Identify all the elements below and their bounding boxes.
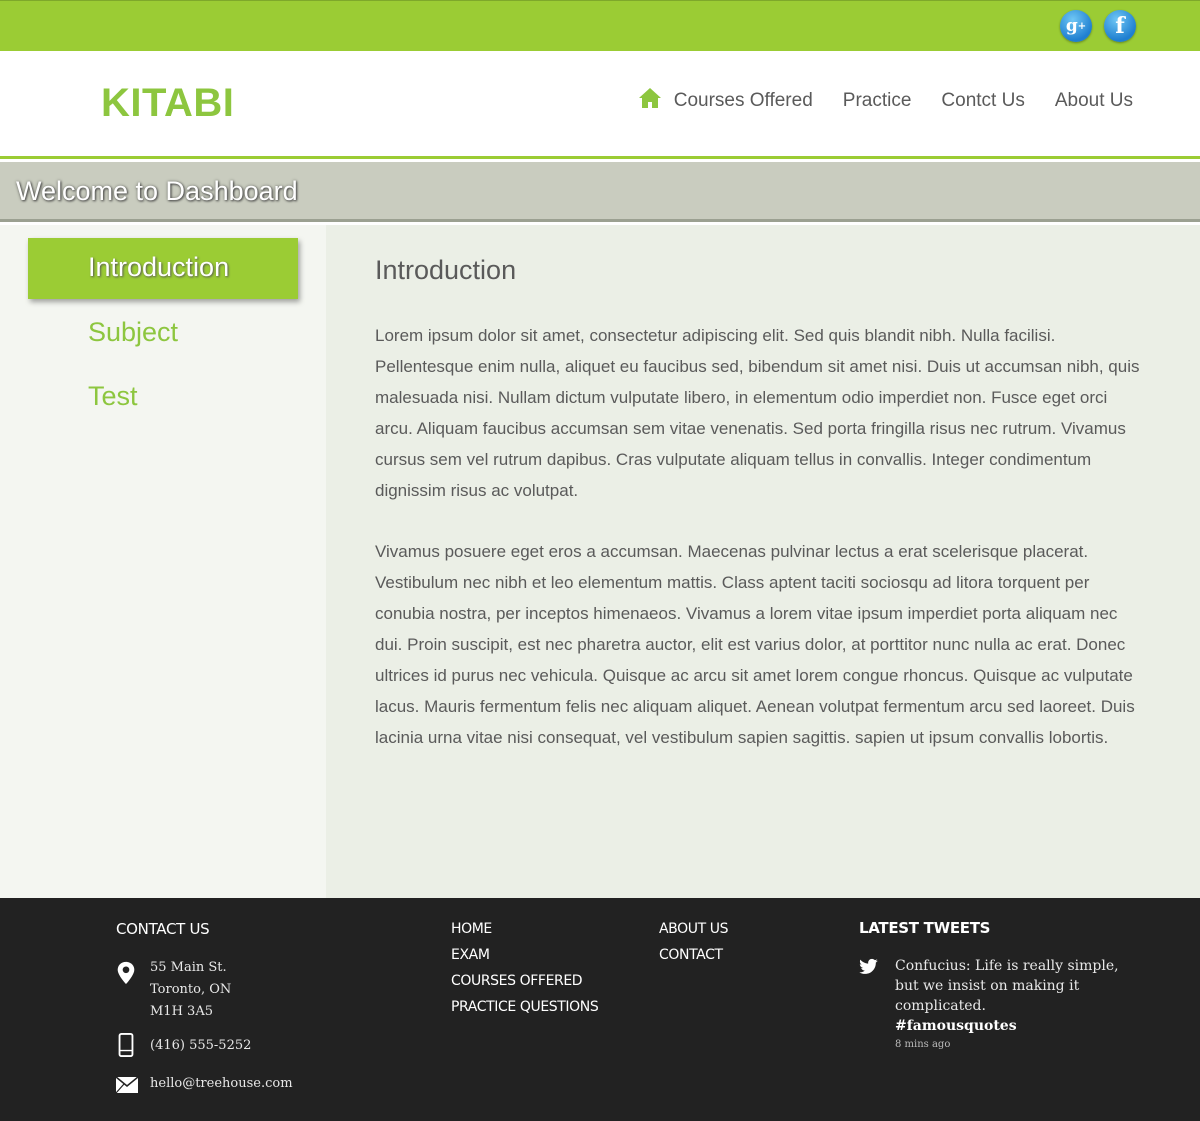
address: 55 Main St. Toronto, ON M1H 3A5 [150, 960, 232, 1019]
nav-courses-offered[interactable]: Courses Offered [674, 90, 813, 112]
footer-link-practice-questions[interactable]: PRACTICE QUESTIONS [451, 994, 599, 1020]
footer-links-secondary: ABOUT US CONTACT [659, 916, 729, 968]
main-nav: Courses Offered Practice Contct Us About… [638, 87, 1133, 112]
home-icon[interactable] [638, 87, 662, 109]
content-heading: Introduction [375, 255, 517, 285]
logo[interactable]: KITABI [101, 81, 234, 126]
tweets-heading: LATEST TWEETS [859, 919, 991, 937]
footer-link-contact[interactable]: CONTACT [659, 942, 728, 968]
sidebar-item-label: Introduction [88, 252, 230, 282]
footer-link-exam[interactable]: EXAM [451, 942, 598, 968]
contact-heading: CONTACT US [116, 920, 210, 938]
phone-number[interactable]: (416) 555-5252 [150, 1035, 251, 1057]
dashboard-banner: Welcome to Dashboard [0, 162, 1200, 222]
site-header: KITABI Courses Offered Practice Contct U… [0, 51, 1200, 159]
email-link[interactable]: hello@treehouse.com [150, 1073, 293, 1095]
location-pin-icon [117, 961, 135, 985]
nav-practice[interactable]: Practice [843, 90, 912, 112]
site-footer: CONTACT US 55 Main St. Toronto, ON M1H 3… [0, 898, 1200, 1121]
facebook-icon[interactable]: f [1104, 10, 1136, 42]
tweet-hashtag[interactable]: #famousquotes [895, 1016, 1135, 1036]
page-title: Welcome to Dashboard [16, 176, 298, 206]
footer-link-courses-offered[interactable]: COURSES OFFERED [451, 968, 598, 994]
footer-link-home[interactable]: HOME [451, 916, 598, 942]
phone-icon [118, 1033, 134, 1057]
sidebar-item-test[interactable]: Test [88, 381, 138, 412]
google-plus-icon[interactable]: g + [1060, 10, 1092, 42]
content-paragraph: Vivamus posuere eget eros a accumsan. Ma… [375, 542, 1135, 747]
content-paragraph: Lorem ipsum dolor sit amet, consectetur … [375, 326, 1140, 500]
sidebar: Introduction Subject Test [0, 225, 326, 898]
nav-about-us[interactable]: About Us [1055, 90, 1133, 112]
twitter-bird-icon [859, 958, 878, 974]
footer-link-about-us[interactable]: ABOUT US [659, 916, 729, 942]
tweet-timestamp: 8 mins ago [895, 1039, 951, 1050]
nav-contact-us[interactable]: Contct Us [941, 90, 1024, 112]
main-content: Introduction Lorem ipsum dolor sit amet,… [326, 225, 1200, 898]
tweet: Confucius: Life is really simple, but we… [895, 956, 1135, 1036]
top-bar: g + f [0, 0, 1200, 51]
sidebar-item-subject[interactable]: Subject [88, 317, 178, 348]
mail-icon [116, 1076, 138, 1094]
sidebar-item-introduction[interactable]: Introduction [28, 238, 298, 299]
footer-links-primary: HOME EXAM COURSES OFFERED PRACTICE QUEST… [451, 916, 599, 1020]
